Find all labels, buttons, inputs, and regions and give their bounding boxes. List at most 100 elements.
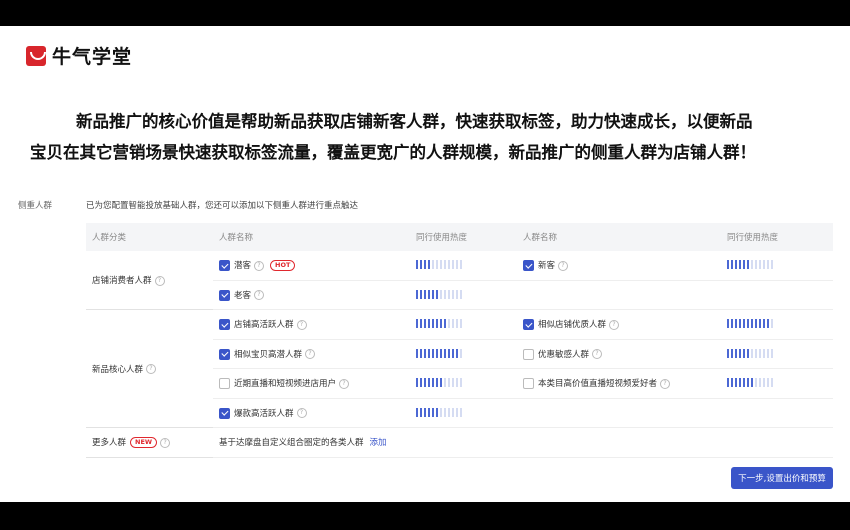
checkbox[interactable] — [523, 348, 534, 360]
audience-label: 优惠敏感人群 — [538, 349, 590, 360]
header-name-right: 人群名称 — [517, 223, 721, 251]
heat-bar — [755, 378, 757, 388]
heat-meter — [416, 260, 462, 270]
audience-label: 老客 — [234, 290, 252, 301]
next-step-button[interactable]: 下一步,设置出价和预算 — [731, 467, 833, 489]
help-icon[interactable]: ? — [296, 408, 307, 419]
heat-bar — [460, 348, 462, 358]
checkbox[interactable] — [219, 407, 230, 419]
heat-bar — [456, 378, 458, 388]
heat-meter — [727, 260, 773, 270]
heat-bar — [735, 348, 737, 358]
checkbox[interactable] — [523, 260, 534, 272]
heat-cell — [410, 339, 517, 369]
group-label: 更多人群 — [92, 438, 127, 449]
heat-bar — [747, 260, 749, 270]
checkbox[interactable] — [219, 348, 230, 360]
heat-bar — [743, 378, 745, 388]
heat-bar — [416, 378, 418, 388]
heat-bar — [428, 289, 430, 299]
help-icon[interactable]: ? — [146, 364, 157, 374]
heat-bar — [767, 260, 769, 270]
heat-bar — [432, 407, 434, 417]
audience-cell: 店铺高活跃人群? — [213, 309, 410, 340]
heat-cell — [410, 398, 517, 428]
heat-bar — [743, 348, 745, 358]
heat-bar — [456, 348, 458, 358]
checkbox[interactable] — [219, 260, 230, 272]
heat-meter — [416, 348, 462, 358]
audience-cell: 新客? — [517, 251, 721, 281]
heat-cell — [410, 309, 517, 340]
heat-meter — [727, 319, 773, 329]
heat-bar — [424, 378, 426, 388]
audience-label: 新客 — [538, 261, 556, 272]
checkbox[interactable] — [219, 378, 230, 390]
help-icon[interactable]: ? — [160, 437, 171, 448]
help-icon[interactable]: ? — [558, 260, 569, 271]
help-icon[interactable]: ? — [339, 378, 350, 389]
heat-meter — [727, 348, 773, 358]
heat-bar — [432, 289, 434, 299]
group-label: 新品核心人群 — [92, 364, 144, 375]
header-name-left: 人群名称 — [213, 223, 410, 251]
heat-bar — [759, 319, 761, 329]
heat-cell — [721, 368, 833, 399]
checkbox[interactable] — [523, 378, 534, 390]
heat-bar — [416, 407, 418, 417]
audience-table: 人群分类 人群名称 同行使用热度 人群名称 同行使用热度 店铺消费者人群? 潜客… — [86, 223, 833, 458]
heat-bar — [448, 348, 450, 358]
heat-bar — [731, 348, 733, 358]
heat-bar — [763, 348, 765, 358]
logo: 牛气学堂 — [26, 42, 132, 69]
checkbox[interactable] — [219, 319, 230, 331]
help-icon[interactable]: ? — [592, 349, 603, 360]
heat-bar — [424, 348, 426, 358]
help-icon[interactable]: ? — [254, 260, 265, 271]
header-heat-left: 同行使用热度 — [410, 223, 517, 251]
heat-bar — [432, 348, 434, 358]
help-icon[interactable]: ? — [296, 319, 307, 330]
heat-bar — [767, 319, 769, 329]
add-link[interactable]: 添加 — [370, 438, 387, 448]
heat-meter — [416, 407, 462, 417]
help-icon[interactable]: ? — [254, 290, 265, 301]
heat-bar — [456, 260, 458, 270]
help-icon[interactable]: ? — [609, 319, 620, 330]
table-header-row: 人群分类 人群名称 同行使用热度 人群名称 同行使用热度 — [86, 223, 833, 251]
help-icon[interactable]: ? — [154, 275, 165, 286]
audience-cell: 相似宝贝高潜人群? — [213, 339, 410, 369]
hot-badge: HOT — [270, 260, 296, 272]
heat-bar — [420, 378, 422, 388]
heat-bar — [727, 348, 729, 358]
checkbox[interactable] — [523, 319, 534, 331]
audience-cell: 本类目高价值直播短视频爱好者? — [517, 368, 721, 399]
heat-cell — [721, 251, 833, 281]
heat-bar — [456, 319, 458, 329]
heat-bar — [751, 348, 753, 358]
checkbox[interactable] — [219, 289, 230, 301]
heat-bar — [432, 319, 434, 329]
heat-bar — [436, 407, 438, 417]
help-icon[interactable]: ? — [660, 378, 671, 389]
heat-bar — [420, 319, 422, 329]
heat-bar — [428, 348, 430, 358]
heat-bar — [448, 289, 450, 299]
heat-bar — [436, 319, 438, 329]
heat-bar — [444, 378, 446, 388]
help-icon[interactable]: ? — [305, 349, 316, 360]
heat-bar — [440, 289, 442, 299]
heat-bar — [731, 260, 733, 270]
table-row: 新品核心人群? 店铺高活跃人群? 相似店铺优质人群? — [86, 309, 833, 428]
heat-meter — [416, 289, 462, 299]
heat-bar — [444, 348, 446, 358]
heat-bar — [739, 348, 741, 358]
heat-bar — [440, 378, 442, 388]
heat-bar — [727, 319, 729, 329]
headline-line-1: 新品推广的核心价值是帮助新品获取店铺新客人群，快速获取标签，助力快速成长，以便新… — [76, 112, 753, 131]
heat-cell — [410, 368, 517, 399]
audience-label: 爆款高活跃人群 — [234, 408, 294, 419]
heat-bar — [759, 348, 761, 358]
heat-bar — [452, 407, 454, 417]
heat-bar — [759, 378, 761, 388]
